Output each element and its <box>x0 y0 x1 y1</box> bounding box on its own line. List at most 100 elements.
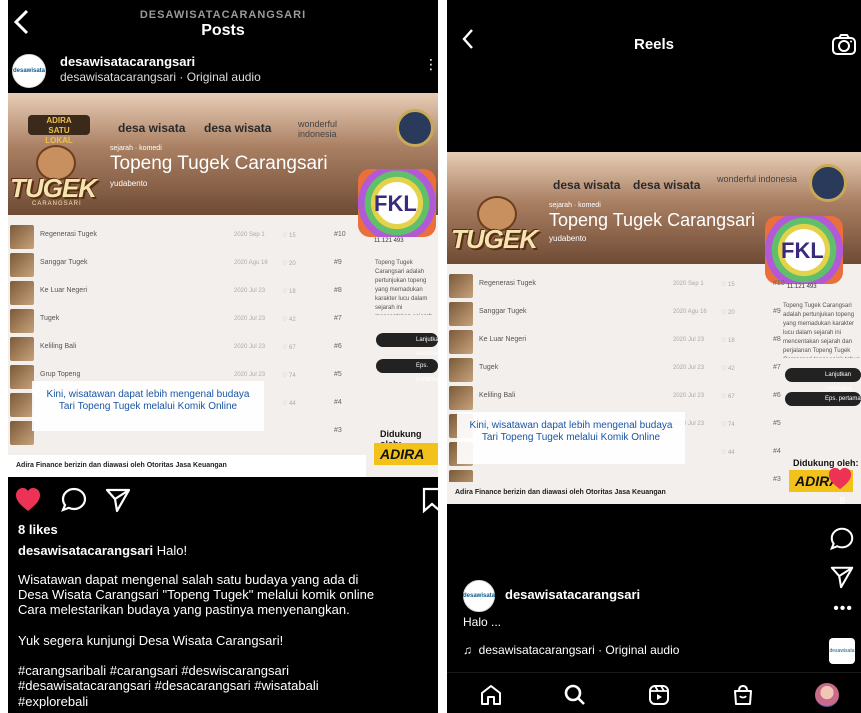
reel-video[interactable]: desa wisata desa wisata wonderful indone… <box>447 152 861 504</box>
government-seal-icon <box>396 109 434 147</box>
episode-thumbnail <box>10 365 34 389</box>
caption-greeting: Halo! <box>156 543 188 558</box>
avatar[interactable]: desawisata <box>463 580 495 612</box>
bookmark-icon <box>422 487 438 514</box>
more-options-icon[interactable]: ⋮ <box>424 56 438 73</box>
episode-name: Grup Topeng <box>40 371 81 378</box>
episode-thumbnail <box>449 302 473 326</box>
page-title: Reels <box>633 36 675 53</box>
desa-wisata-logo: desa wisata <box>118 121 186 135</box>
episode-date: 2020 Agu 16 <box>234 260 268 266</box>
comic-summary: Topeng Tugek Carangsari adalah pertunjuk… <box>783 303 860 358</box>
camera-button[interactable] <box>831 32 857 58</box>
more-options-icon[interactable]: ••• <box>833 600 853 618</box>
caption-username[interactable]: desawisatacarangsari <box>18 543 153 558</box>
episode-date: 2020 Jul 23 <box>673 365 705 371</box>
post-actions <box>8 478 438 522</box>
episode-name: Keliling Bali <box>40 343 77 350</box>
episode-likes: ♡ 20 <box>282 261 296 267</box>
comment-icon <box>829 527 854 551</box>
disclaimer-footer: Adira Finance berizin dan diawasi oleh O… <box>447 482 787 504</box>
reel-caption[interactable]: Halo ... <box>463 615 501 629</box>
reels-screen: Reels desa wisata desa wisata wonderful … <box>447 0 861 713</box>
comic-tags: sejarah · komedi <box>110 145 162 152</box>
avatar[interactable]: desawisata <box>12 54 46 88</box>
search-icon <box>564 684 585 705</box>
episode-number: #6 <box>773 392 781 399</box>
comment-button[interactable] <box>60 486 88 514</box>
save-button[interactable] <box>418 486 438 514</box>
tugek-logo-word: TUGEK <box>10 173 97 203</box>
posts-header: DESAWISATACARANGSARI Posts <box>8 0 438 46</box>
episode-thumbnail <box>449 330 473 354</box>
comic-author: yudabento <box>110 179 148 188</box>
desa-wisata-logo: desa wisata <box>553 178 621 192</box>
episode-thumbnail <box>10 225 34 249</box>
episode-name: Ke Luar Negeri <box>479 336 527 343</box>
caption-line: Desa Wisata Carangsari "Topeng Tugek" me… <box>18 587 375 603</box>
episode-number: #10 <box>773 280 785 287</box>
reel-username[interactable]: desawisatacarangsari <box>505 587 640 602</box>
comic-title: Topeng Tugek Carangsari <box>110 153 328 174</box>
adira-logo: ADIRA SATU LOKAL <box>28 115 90 145</box>
comic-author: yudabento <box>549 234 587 243</box>
episode-number: #8 <box>334 287 342 294</box>
audio-thumbnail[interactable]: desawisata <box>829 638 855 664</box>
reel-audio[interactable]: ♫ desawisatacarangsari · Original audio <box>463 643 679 657</box>
episode-thumbnail <box>449 358 473 382</box>
table-row: Keliling Bali 2020 Jul 23 ♡ 67 #6 <box>8 335 353 363</box>
tugek-logo-sub: CARANGSARI <box>32 201 82 207</box>
episode-number: #7 <box>773 364 781 371</box>
nav-profile-avatar[interactable] <box>815 683 839 707</box>
episode-likes: ♡ 74 <box>721 422 735 428</box>
nav-search[interactable] <box>563 683 587 707</box>
episode-date: 2020 Agu 16 <box>673 309 707 315</box>
share-button[interactable] <box>104 486 132 514</box>
caption-card: Kini, wisatawan dapat lebih mengenal bud… <box>32 381 264 431</box>
table-row: Regenerasi Tugek 2020 Sep 1 ♡ 15 #10 <box>8 223 353 251</box>
episode-name: Tugek <box>40 315 60 322</box>
episode-date: 2020 Sep 1 <box>673 281 704 287</box>
episode-number: #3 <box>334 427 342 434</box>
episode-likes: ♡ 44 <box>282 401 296 407</box>
desa-wisata-logo-2: desa wisata <box>204 121 272 135</box>
episode-date: 2020 Jul 23 <box>234 316 266 322</box>
shopping-bag-icon <box>734 684 752 705</box>
episode-number: #9 <box>773 308 781 315</box>
nav-home[interactable] <box>479 683 503 707</box>
episode-likes: ♡ 74 <box>282 373 296 379</box>
send-icon <box>105 488 131 513</box>
like-button[interactable] <box>827 466 853 492</box>
nav-reels[interactable] <box>647 683 671 707</box>
government-seal-icon <box>809 164 847 202</box>
like-count[interactable]: 8 likes <box>18 522 58 537</box>
fkl-badge: FKL <box>358 169 436 237</box>
caption-line: #explorebali <box>18 693 89 709</box>
post-audio[interactable]: desawisatacarangsari · Original audio <box>60 70 261 84</box>
comic-stats: 11.121 493 <box>374 238 404 244</box>
episode-date: 2020 Jul 23 <box>673 337 705 343</box>
heart-icon <box>828 467 852 490</box>
episode-number: #4 <box>334 399 342 406</box>
comment-button[interactable] <box>829 526 855 552</box>
caption-line: Yuk segera kunjungi Desa Wisata Carangsa… <box>18 632 284 648</box>
share-button[interactable] <box>829 564 855 590</box>
fkl-label: FKL <box>374 191 417 216</box>
like-button[interactable] <box>14 486 42 514</box>
nav-shop[interactable] <box>731 683 755 707</box>
episode-likes: ♡ 42 <box>721 366 735 372</box>
episode-likes: ♡ 15 <box>721 282 735 288</box>
episode-name: Keliling Bali <box>479 392 516 399</box>
wonderful-indonesia-logo: wonderful indonesia <box>717 174 798 184</box>
episode-thumbnail <box>10 281 34 305</box>
episode-number: #5 <box>334 371 342 378</box>
post-image[interactable]: ADIRA SATU LOKAL desa wisata desa wisata… <box>8 93 438 477</box>
episode-thumbnail <box>10 393 34 417</box>
comic-title: Topeng Tugek Carangsari <box>549 210 756 230</box>
caption-card: Kini, wisatawan dapat lebih mengenal bud… <box>457 412 685 464</box>
posts-screen: DESAWISATACARANGSARI Posts desawisata de… <box>8 0 438 713</box>
post-username[interactable]: desawisatacarangsari <box>60 54 195 69</box>
episode-likes: ♡ 20 <box>721 310 735 316</box>
table-row: Sanggar Tugek 2020 Agu 16 ♡ 20 #9 <box>447 300 781 328</box>
episode-likes: ♡ 15 <box>282 233 296 239</box>
